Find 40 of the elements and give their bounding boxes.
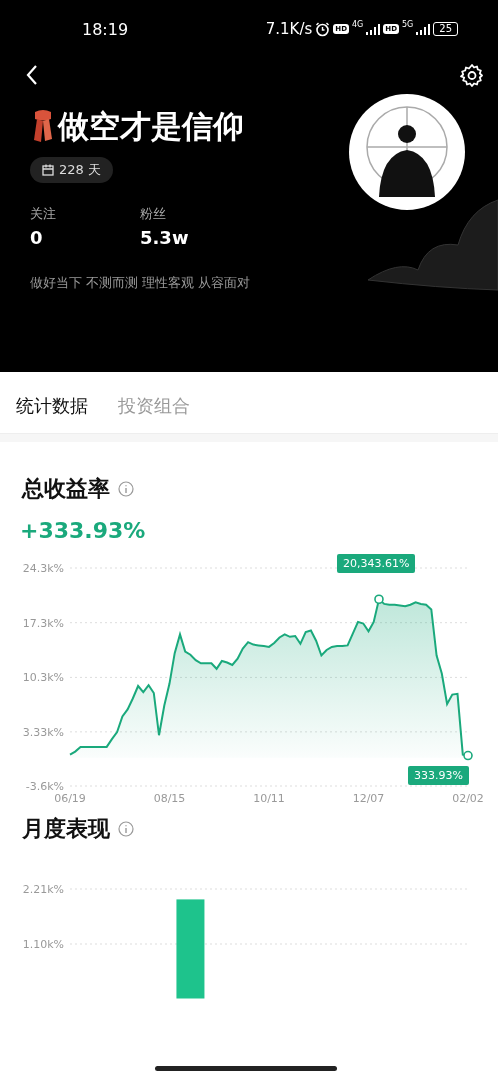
tab[interactable]: 统计数据 bbox=[16, 390, 88, 422]
point-marker bbox=[463, 750, 473, 761]
signal-icon bbox=[366, 23, 381, 35]
x-axis-label: 12/07 bbox=[352, 792, 385, 805]
network-type: 5G bbox=[401, 20, 414, 29]
info-icon[interactable] bbox=[118, 821, 134, 837]
y-axis-label: 10.3k% bbox=[22, 671, 64, 685]
calendar-icon bbox=[42, 164, 54, 176]
username: 做空才是信仰 bbox=[58, 107, 244, 146]
x-axis-label: 02/02 bbox=[452, 792, 484, 805]
days-text: 228 天 bbox=[59, 161, 101, 179]
total-return-value: +333.93% bbox=[19, 517, 147, 543]
section-title: 总收益率 bbox=[22, 475, 110, 503]
y-axis-label: 24.3k% bbox=[22, 562, 64, 575]
y-axis-label: 17.3k% bbox=[22, 616, 64, 630]
back-icon[interactable] bbox=[26, 64, 38, 86]
x-axis-label: 10/11 bbox=[253, 792, 285, 805]
value-label: 333.93% bbox=[408, 765, 469, 785]
stat-value[interactable]: 0 bbox=[30, 227, 56, 248]
battery-indicator: 25 bbox=[433, 22, 458, 36]
alarm-icon bbox=[315, 21, 331, 37]
y-axis-label: -3.6k% bbox=[25, 780, 64, 793]
x-axis-label: 06/19 bbox=[54, 792, 86, 805]
y-axis-label: 3.33k% bbox=[22, 725, 64, 739]
settings-icon[interactable] bbox=[460, 63, 484, 87]
status-time: 18:19 bbox=[82, 19, 129, 39]
stat-label: 关注 bbox=[30, 205, 56, 223]
stat-label: 粉丝 bbox=[140, 205, 167, 223]
y-axis-label: 1.10k% bbox=[22, 938, 64, 951]
signal-icon bbox=[416, 23, 431, 35]
stat-value[interactable]: 5.3w bbox=[140, 227, 189, 248]
network-speed: 7.1K/s bbox=[265, 20, 313, 38]
x-axis-label: 08/15 bbox=[153, 792, 186, 805]
value-label: 20,343.61% bbox=[336, 554, 416, 574]
network-type: 4G bbox=[352, 20, 364, 29]
info-icon[interactable] bbox=[118, 481, 134, 497]
point-marker bbox=[374, 594, 384, 605]
section-title: 月度表现 bbox=[22, 815, 110, 843]
profile-bio: 做好当下 不测而测 理性客观 从容面对 bbox=[30, 274, 252, 292]
y-axis-label: 2.21k% bbox=[22, 883, 64, 896]
